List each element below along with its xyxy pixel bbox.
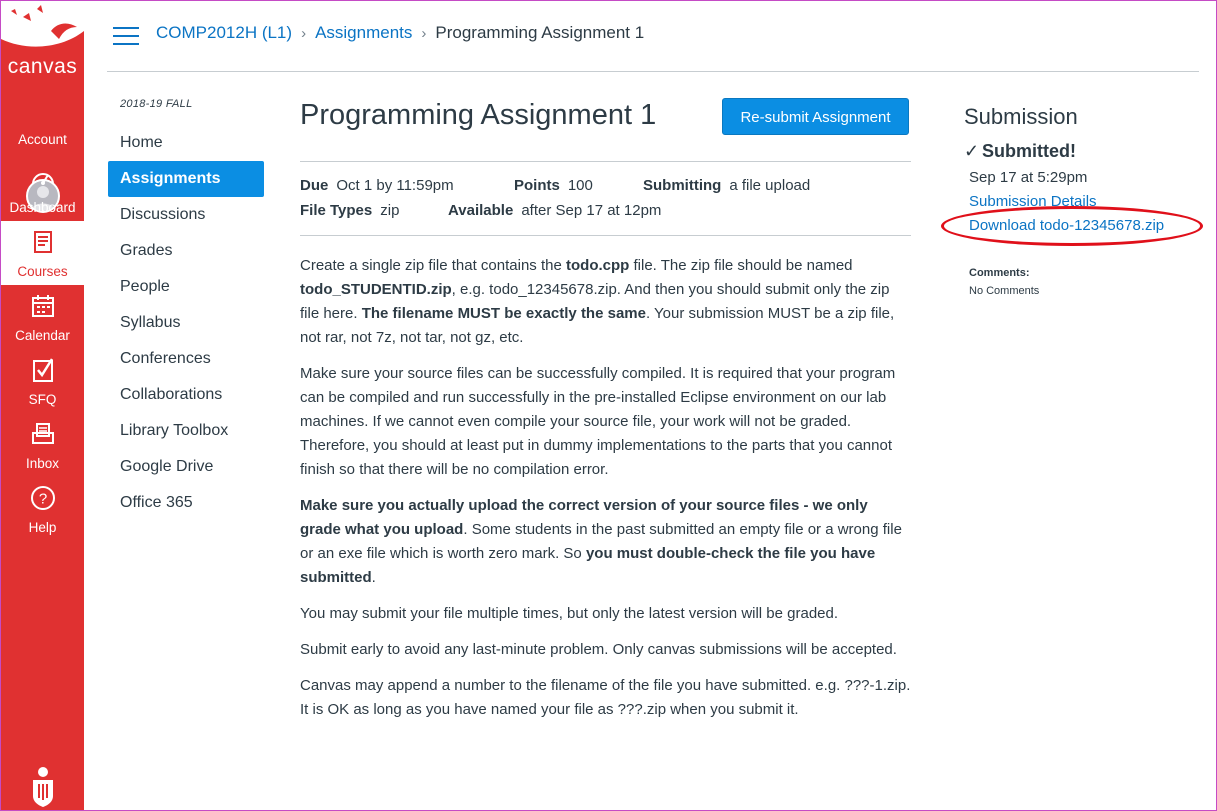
points-value: 100 xyxy=(567,177,593,194)
due-value: Oct 1 by 11:59pm xyxy=(336,177,454,194)
global-nav-dashboard[interactable]: Dashboard xyxy=(1,157,84,221)
description-paragraph: Create a single zip file that contains t… xyxy=(300,254,912,350)
submission-status: ✓ Submitted! xyxy=(964,141,1076,162)
nav-label: Account xyxy=(18,132,67,147)
text-run: . xyxy=(371,569,376,586)
global-nav-courses[interactable]: Courses xyxy=(1,221,84,285)
due-field: Due Oct 1 by 11:59pm xyxy=(300,177,454,194)
description-paragraph: Canvas may append a number to the filena… xyxy=(300,677,911,718)
nav-label: Inbox xyxy=(25,456,60,471)
course-nav-conferences[interactable]: Conferences xyxy=(108,341,264,377)
svg-text:?: ? xyxy=(39,491,47,508)
browser-frame: canvas Account Dashboard Courses Calenda… xyxy=(0,0,1217,811)
nav-label: Dashboard xyxy=(9,200,76,215)
description-paragraph: Make sure your source files can be succe… xyxy=(300,365,896,478)
filetypes-value: zip xyxy=(380,202,400,219)
bird-logo-icon xyxy=(1,1,84,47)
available-value: after Sep 17 at 12pm xyxy=(521,202,662,219)
assignment-description: Create a single zip file that contains t… xyxy=(300,254,912,734)
bold-text: todo_STUDENTID.zip xyxy=(300,281,452,298)
course-nav-collaborations[interactable]: Collaborations xyxy=(108,377,264,413)
breadcrumb: COMP2012H (L1) › Assignments › Programming A… xyxy=(156,23,644,43)
highlight-ellipse-annotation xyxy=(941,206,1203,246)
bold-text: todo.cpp xyxy=(566,257,630,274)
submission-status-text: Submitted! xyxy=(982,141,1076,161)
course-nav-people[interactable]: People xyxy=(108,269,264,305)
submission-date: Sep 17 at 5:29pm xyxy=(969,169,1088,186)
details-divider-top xyxy=(300,161,911,162)
nav-label: Help xyxy=(28,520,57,535)
sfq-checkbox-icon xyxy=(33,358,54,382)
global-nav-sfq[interactable]: SFQ xyxy=(1,349,84,413)
submission-heading: Submission xyxy=(964,104,1078,129)
breadcrumb-chevron-icon: › xyxy=(421,25,427,42)
bold-text: The filename MUST be exactly the same xyxy=(361,305,646,322)
description-paragraph: You may submit your file multiple times,… xyxy=(300,605,839,622)
course-nav-office-365[interactable]: Office 365 xyxy=(108,485,264,521)
breadcrumb-chevron-icon: › xyxy=(301,25,307,42)
points-label: Points xyxy=(514,177,560,194)
global-nav-help[interactable]: ? Help xyxy=(1,477,84,541)
course-nav-google-drive[interactable]: Google Drive xyxy=(108,449,264,485)
submitting-field: Submitting a file upload xyxy=(643,177,810,194)
global-nav-account[interactable]: Account xyxy=(1,87,84,213)
comments-value: No Comments xyxy=(969,285,1040,297)
calendar-icon xyxy=(32,295,54,317)
details-divider-bottom xyxy=(300,235,911,236)
submitting-value: a file upload xyxy=(729,177,811,194)
global-nav-inbox[interactable]: Inbox xyxy=(1,413,84,477)
nav-label: SFQ xyxy=(28,392,57,407)
breadcrumb-current: Programming Assignment 1 xyxy=(435,23,645,42)
course-menu-toggle[interactable] xyxy=(113,27,139,45)
breadcrumb-assignments-link[interactable]: Assignments xyxy=(315,23,412,42)
course-nav-discussions[interactable]: Discussions xyxy=(108,197,264,233)
page-title: Programming Assignment 1 xyxy=(300,99,657,131)
description-paragraph: Submit early to avoid any last-minute pr… xyxy=(300,641,897,658)
university-crest-icon xyxy=(33,767,53,807)
inbox-icon xyxy=(32,423,54,444)
dashboard-icon xyxy=(32,173,54,185)
text-run: Create a single zip file that contains t… xyxy=(300,257,566,274)
description-paragraph: Make sure you actually upload the correc… xyxy=(300,494,912,590)
course-nav-library-toolbox[interactable]: Library Toolbox xyxy=(108,413,264,449)
course-nav-grades[interactable]: Grades xyxy=(108,233,264,269)
canvas-logo[interactable]: canvas xyxy=(1,1,84,83)
due-label: Due xyxy=(300,177,329,194)
nav-label: Courses xyxy=(17,264,68,279)
filetypes-field: File Types zip xyxy=(300,202,399,219)
brand-name: canvas xyxy=(7,55,78,78)
nav-label: Calendar xyxy=(15,328,70,343)
submitting-label: Submitting xyxy=(643,177,722,194)
comments-label: Comments: xyxy=(969,267,1030,279)
resubmit-assignment-button[interactable]: Re-submit Assignment xyxy=(722,98,909,135)
help-icon: ? xyxy=(31,486,55,510)
text-run: file. The zip file should be named xyxy=(629,257,853,274)
points-field: Points 100 xyxy=(514,177,593,194)
course-term: 2018-19 FALL xyxy=(120,98,193,110)
filetypes-label: File Types xyxy=(300,202,373,219)
global-nav-calendar[interactable]: Calendar xyxy=(1,285,84,349)
course-nav-assignments[interactable]: Assignments xyxy=(108,161,264,197)
courses-icon xyxy=(34,231,52,253)
checkmark-icon: ✓ xyxy=(964,141,980,161)
global-nav: canvas Account Dashboard Courses Calenda… xyxy=(1,1,84,810)
header-divider xyxy=(107,71,1199,72)
available-label: Available xyxy=(448,202,514,219)
breadcrumb-course-link[interactable]: COMP2012H (L1) xyxy=(156,23,292,42)
course-nav-syllabus[interactable]: Syllabus xyxy=(108,305,264,341)
available-field: Available after Sep 17 at 12pm xyxy=(448,202,661,219)
course-nav-home[interactable]: Home xyxy=(108,125,264,161)
